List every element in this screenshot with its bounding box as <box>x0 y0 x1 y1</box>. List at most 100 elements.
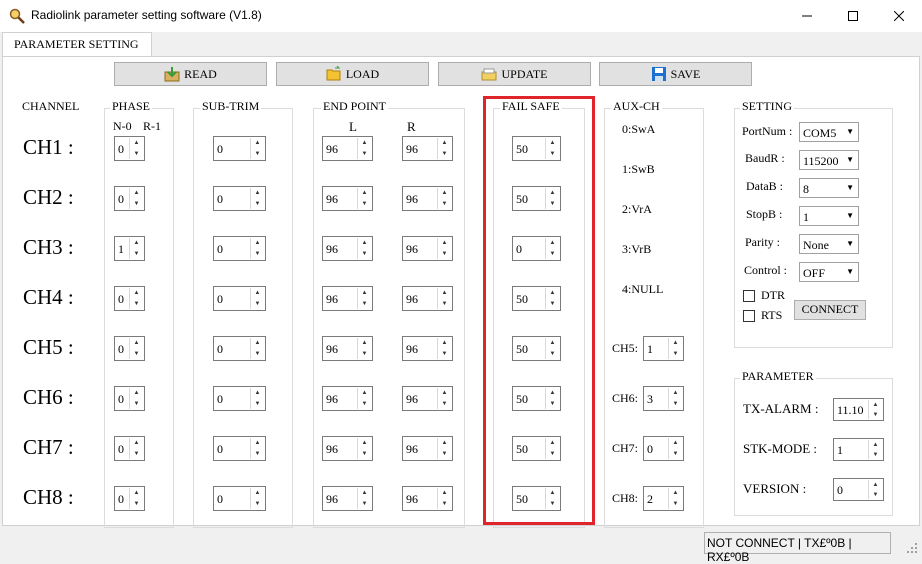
spinner-arrows[interactable]: ▲ ▼ <box>129 188 143 209</box>
spinner-arrows[interactable]: ▲ ▼ <box>129 438 143 459</box>
spin-up-icon[interactable]: ▲ <box>130 388 143 398</box>
spinner-arrows[interactable]: ▲ ▼ <box>437 388 451 409</box>
spinner-arrows[interactable]: ▲ ▼ <box>437 138 451 159</box>
phase-spinner[interactable]: 0 ▲ ▼ <box>114 486 145 511</box>
dtr-checkbox[interactable] <box>743 290 755 302</box>
spin-down-icon[interactable]: ▼ <box>669 399 682 409</box>
spin-up-icon[interactable]: ▲ <box>130 288 143 298</box>
spin-up-icon[interactable]: ▲ <box>130 238 143 248</box>
spin-down-icon[interactable]: ▼ <box>130 249 143 259</box>
spinner-arrows[interactable]: ▲ ▼ <box>129 338 143 359</box>
spinner-arrows[interactable]: ▲ ▼ <box>129 238 143 259</box>
spin-up-icon[interactable]: ▲ <box>251 138 264 148</box>
spin-down-icon[interactable]: ▼ <box>438 449 451 459</box>
spin-up-icon[interactable]: ▲ <box>358 338 371 348</box>
spinner-arrows[interactable]: ▲ ▼ <box>250 488 264 509</box>
spinner-arrows[interactable]: ▲ ▼ <box>868 440 882 459</box>
spin-up-icon[interactable]: ▲ <box>869 440 882 449</box>
spinner-arrows[interactable]: ▲ ▼ <box>868 480 882 499</box>
spin-up-icon[interactable]: ▲ <box>358 238 371 248</box>
spinner-arrows[interactable]: ▲ ▼ <box>250 288 264 309</box>
aux-channel-spinner[interactable]: 3 ▲ ▼ <box>643 386 684 411</box>
endpoint-left-spinner[interactable]: 96 ▲ ▼ <box>322 386 373 411</box>
endpoint-left-spinner[interactable]: 96 ▲ ▼ <box>322 136 373 161</box>
subtrim-spinner[interactable]: 0 ▲ ▼ <box>213 136 266 161</box>
spin-down-icon[interactable]: ▼ <box>130 299 143 309</box>
load-button[interactable]: LOAD <box>276 62 429 86</box>
datab-select[interactable]: 8 ▼ <box>799 178 859 198</box>
spinner-arrows[interactable]: ▲ ▼ <box>437 288 451 309</box>
spinner-arrows[interactable]: ▲ ▼ <box>250 238 264 259</box>
endpoint-right-spinner[interactable]: 96 ▲ ▼ <box>402 286 453 311</box>
spin-down-icon[interactable]: ▼ <box>358 449 371 459</box>
spin-down-icon[interactable]: ▼ <box>130 199 143 209</box>
minimize-button[interactable] <box>784 0 830 32</box>
endpoint-right-spinner[interactable]: 96 ▲ ▼ <box>402 386 453 411</box>
spin-down-icon[interactable]: ▼ <box>130 399 143 409</box>
spin-down-icon[interactable]: ▼ <box>358 149 371 159</box>
read-button[interactable]: READ <box>114 62 267 86</box>
spinner-arrows[interactable]: ▲ ▼ <box>250 338 264 359</box>
spin-up-icon[interactable]: ▲ <box>251 288 264 298</box>
endpoint-left-spinner[interactable]: 96 ▲ ▼ <box>322 286 373 311</box>
phase-spinner[interactable]: 0 ▲ ▼ <box>114 186 145 211</box>
spin-down-icon[interactable]: ▼ <box>438 199 451 209</box>
spinner-arrows[interactable]: ▲ ▼ <box>129 288 143 309</box>
spinner-arrows[interactable]: ▲ ▼ <box>250 138 264 159</box>
spin-up-icon[interactable]: ▲ <box>669 338 682 348</box>
spin-up-icon[interactable]: ▲ <box>251 338 264 348</box>
spin-up-icon[interactable]: ▲ <box>438 188 451 198</box>
spin-up-icon[interactable]: ▲ <box>438 238 451 248</box>
control-select[interactable]: OFF ▼ <box>799 262 859 282</box>
endpoint-right-spinner[interactable]: 96 ▲ ▼ <box>402 236 453 261</box>
spin-up-icon[interactable]: ▲ <box>438 288 451 298</box>
spin-up-icon[interactable]: ▲ <box>438 338 451 348</box>
aux-channel-spinner[interactable]: 1 ▲ ▼ <box>643 336 684 361</box>
spin-down-icon[interactable]: ▼ <box>358 249 371 259</box>
stk-mode-spinner[interactable]: 1 ▲ ▼ <box>833 438 884 461</box>
spinner-arrows[interactable]: ▲ ▼ <box>357 488 371 509</box>
tx-alarm-spinner[interactable]: 11.10 ▲ ▼ <box>833 398 884 421</box>
maximize-button[interactable] <box>830 0 876 32</box>
endpoint-right-spinner[interactable]: 96 ▲ ▼ <box>402 486 453 511</box>
stopb-select[interactable]: 1 ▼ <box>799 206 859 226</box>
phase-spinner[interactable]: 0 ▲ ▼ <box>114 286 145 311</box>
spin-down-icon[interactable]: ▼ <box>869 410 882 419</box>
spin-up-icon[interactable]: ▲ <box>251 388 264 398</box>
subtrim-spinner[interactable]: 0 ▲ ▼ <box>213 236 266 261</box>
subtrim-spinner[interactable]: 0 ▲ ▼ <box>213 386 266 411</box>
spin-down-icon[interactable]: ▼ <box>438 249 451 259</box>
spinner-arrows[interactable]: ▲ ▼ <box>437 438 451 459</box>
spin-up-icon[interactable]: ▲ <box>358 188 371 198</box>
spinner-arrows[interactable]: ▲ ▼ <box>357 288 371 309</box>
spinner-arrows[interactable]: ▲ ▼ <box>357 338 371 359</box>
aux-channel-spinner[interactable]: 0 ▲ ▼ <box>643 436 684 461</box>
spinner-arrows[interactable]: ▲ ▼ <box>437 338 451 359</box>
spinner-arrows[interactable]: ▲ ▼ <box>357 188 371 209</box>
spin-down-icon[interactable]: ▼ <box>358 349 371 359</box>
spin-down-icon[interactable]: ▼ <box>438 399 451 409</box>
spin-down-icon[interactable]: ▼ <box>130 149 143 159</box>
rts-checkbox[interactable] <box>743 310 755 322</box>
subtrim-spinner[interactable]: 0 ▲ ▼ <box>213 486 266 511</box>
spinner-arrows[interactable]: ▲ ▼ <box>437 238 451 259</box>
endpoint-left-spinner[interactable]: 96 ▲ ▼ <box>322 336 373 361</box>
aux-channel-spinner[interactable]: 2 ▲ ▼ <box>643 486 684 511</box>
save-button[interactable]: SAVE <box>599 62 752 86</box>
spinner-arrows[interactable]: ▲ ▼ <box>357 238 371 259</box>
connect-button[interactable]: CONNECT <box>794 300 866 320</box>
spin-up-icon[interactable]: ▲ <box>251 488 264 498</box>
update-button[interactable]: UPDATE <box>438 62 591 86</box>
parity-select[interactable]: None ▼ <box>799 234 859 254</box>
spin-down-icon[interactable]: ▼ <box>358 399 371 409</box>
spin-up-icon[interactable]: ▲ <box>130 438 143 448</box>
spin-down-icon[interactable]: ▼ <box>251 199 264 209</box>
spin-down-icon[interactable]: ▼ <box>251 399 264 409</box>
spin-down-icon[interactable]: ▼ <box>869 490 882 499</box>
spin-down-icon[interactable]: ▼ <box>358 199 371 209</box>
subtrim-spinner[interactable]: 0 ▲ ▼ <box>213 336 266 361</box>
spin-up-icon[interactable]: ▲ <box>358 138 371 148</box>
close-button[interactable] <box>876 0 922 32</box>
phase-spinner[interactable]: 0 ▲ ▼ <box>114 336 145 361</box>
spin-down-icon[interactable]: ▼ <box>251 249 264 259</box>
